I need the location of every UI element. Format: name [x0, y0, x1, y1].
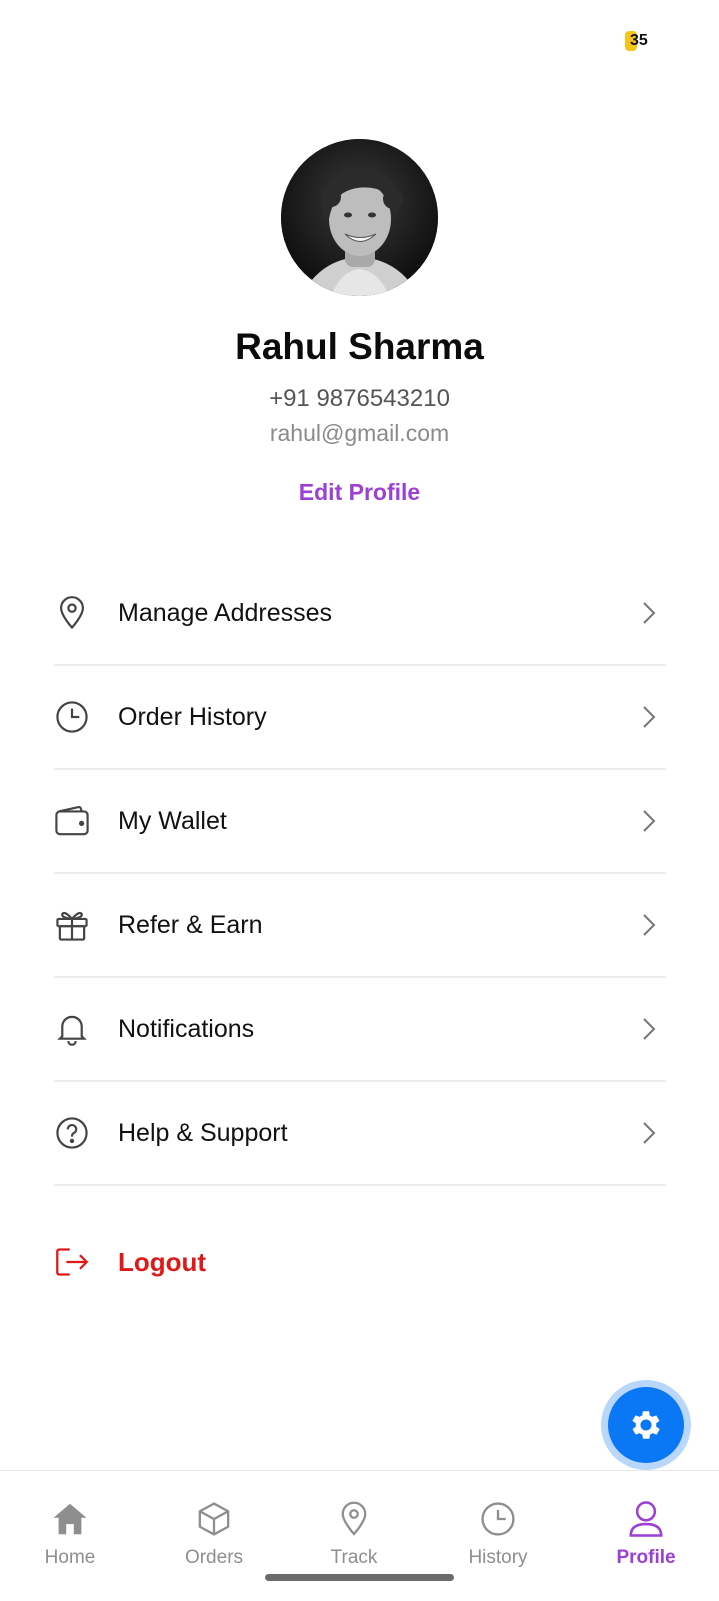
menu-item-label: My Wallet	[118, 806, 227, 835]
logout-label: Logout	[118, 1246, 207, 1277]
settings-fab-button[interactable]	[601, 1380, 691, 1470]
nav-item-home[interactable]: Home	[10, 1499, 130, 1569]
bell-icon	[54, 1011, 90, 1047]
nav-label: Profile	[616, 1547, 676, 1568]
menu-item-label: Refer & Earn	[118, 910, 263, 939]
edit-profile-container: Edit Profile	[0, 479, 719, 506]
nav-label: Orders	[184, 1547, 244, 1568]
location-pin-icon	[54, 595, 90, 631]
home-icon	[10, 1499, 130, 1539]
wallet-icon	[54, 803, 90, 839]
menu-item-my-wallet[interactable]: My Wallet	[54, 770, 666, 874]
chevron-right-icon	[643, 914, 656, 936]
avatar[interactable]	[281, 139, 438, 296]
nav-label: Track	[330, 1547, 378, 1568]
nav-item-orders[interactable]: Orders	[154, 1499, 274, 1569]
menu-item-notifications[interactable]: Notifications	[54, 978, 666, 1082]
location-pin-icon	[294, 1499, 414, 1539]
badge-count: 35	[630, 32, 648, 49]
avatar-photo	[281, 139, 438, 296]
nav-label: Home	[44, 1547, 96, 1568]
profile-phone: +91 9876543210	[269, 385, 450, 412]
clock-icon	[438, 1499, 558, 1539]
chevron-right-icon	[643, 602, 656, 624]
menu-item-refer-earn[interactable]: Refer & Earn	[54, 874, 666, 978]
gift-icon	[54, 907, 90, 943]
nav-item-profile[interactable]: Profile	[586, 1499, 706, 1569]
menu-item-label: Manage Addresses	[118, 598, 333, 627]
settings-fab-inner	[608, 1387, 684, 1463]
help-circle-icon	[54, 1115, 90, 1151]
logout-icon	[54, 1244, 90, 1280]
gear-icon	[632, 1411, 660, 1439]
chevron-right-icon	[643, 1018, 656, 1040]
chevron-right-icon	[643, 810, 656, 832]
profile-name: Rahul Sharma	[235, 326, 484, 367]
menu-item-label: Notifications	[118, 1014, 255, 1043]
menu-item-help-support[interactable]: Help & Support	[54, 1082, 666, 1186]
nav-item-track[interactable]: Track	[294, 1499, 414, 1569]
nav-item-history[interactable]: History	[438, 1499, 558, 1569]
home-indicator	[265, 1574, 454, 1581]
profile-menu: Manage Addresses Order History My Wallet	[54, 562, 666, 1186]
bottom-navigation: Home Orders Track History Profile	[0, 1470, 719, 1601]
chevron-right-icon	[643, 706, 656, 728]
edit-profile-link[interactable]: Edit Profile	[299, 479, 420, 505]
menu-item-order-history[interactable]: Order History	[54, 666, 666, 770]
menu-item-manage-addresses[interactable]: Manage Addresses	[54, 562, 666, 666]
notification-count-badge: 35	[625, 31, 648, 51]
logout-button[interactable]: Logout	[54, 1244, 206, 1280]
chevron-right-icon	[643, 1122, 656, 1144]
profile-email: rahul@gmail.com	[269, 420, 450, 446]
clock-icon	[54, 699, 90, 735]
menu-item-label: Help & Support	[118, 1118, 288, 1147]
user-icon	[586, 1499, 706, 1539]
box-icon	[154, 1499, 274, 1539]
menu-item-label: Order History	[118, 702, 267, 731]
nav-label: History	[468, 1547, 528, 1568]
